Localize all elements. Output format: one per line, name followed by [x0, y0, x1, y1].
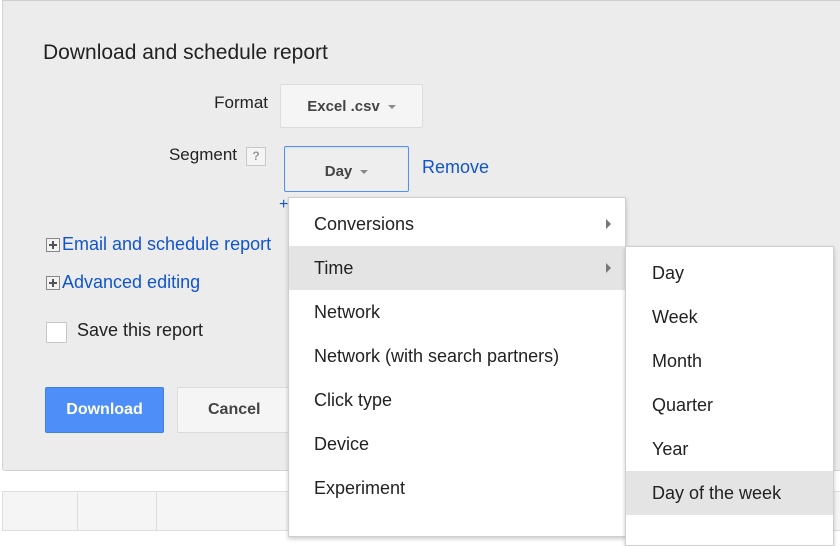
remove-segment-link[interactable]: Remove [422, 157, 489, 178]
chevron-down-icon [387, 105, 396, 109]
chevron-right-icon [606, 263, 611, 273]
format-value: Excel .csv [307, 97, 380, 115]
submenu-item-day-of-week[interactable]: Day of the week [626, 471, 833, 515]
submenu-item-month[interactable]: Month [626, 339, 833, 383]
plus-box-icon [46, 275, 60, 290]
email-schedule-expander[interactable]: Email and schedule report [46, 234, 271, 255]
plus-box-icon [46, 237, 60, 252]
submenu-item-label: Day of the week [652, 483, 782, 503]
dialog-title: Download and schedule report [43, 41, 328, 64]
segment-menu: Conversions Time Network Network (with s… [288, 197, 626, 537]
submenu-item-week[interactable]: Week [626, 295, 833, 339]
advanced-editing-expander[interactable]: Advanced editing [46, 272, 200, 293]
submenu-item-label: Month [652, 351, 703, 371]
column-divider [156, 492, 157, 530]
save-report-checkbox[interactable] [46, 322, 67, 343]
menu-item-device[interactable]: Device [289, 422, 625, 466]
menu-item-conversions[interactable]: Conversions [289, 202, 625, 246]
menu-item-label: Device [314, 434, 370, 454]
segment-value: Day [324, 162, 353, 180]
email-schedule-link[interactable]: Email and schedule report [62, 234, 271, 255]
menu-item-label: Time [314, 258, 354, 278]
download-button[interactable]: Download [45, 387, 164, 433]
submenu-item-label: Quarter [652, 395, 714, 415]
chevron-right-icon [606, 219, 611, 229]
segment-label: Segment [168, 145, 237, 164]
menu-item-network[interactable]: Network [289, 290, 625, 334]
submenu-item-label: Year [652, 439, 689, 459]
menu-item-experiment[interactable]: Experiment [289, 466, 625, 510]
menu-item-network-search-partners[interactable]: Network (with search partners) [289, 334, 625, 378]
save-report-label: Save this report [77, 320, 204, 340]
menu-item-time[interactable]: Time [289, 246, 625, 290]
menu-item-label: Experiment [314, 478, 406, 498]
submenu-item-label: Day [652, 263, 685, 283]
menu-item-label: Conversions [314, 214, 415, 234]
submenu-item-year[interactable]: Year [626, 427, 833, 471]
menu-item-label: Network [314, 302, 381, 322]
segment-dropdown[interactable]: Day [284, 146, 409, 192]
add-segment-link[interactable]: + [279, 196, 288, 214]
advanced-editing-link[interactable]: Advanced editing [62, 272, 200, 293]
time-submenu: Day Week Month Quarter Year Day of the w… [625, 246, 834, 546]
format-label: Format [214, 93, 268, 112]
chevron-down-icon [360, 170, 369, 174]
submenu-item-quarter[interactable]: Quarter [626, 383, 833, 427]
menu-item-label: Click type [314, 390, 393, 410]
submenu-item-label: Week [652, 307, 698, 327]
menu-item-label: Network (with search partners) [314, 346, 560, 366]
menu-item-click-type[interactable]: Click type [289, 378, 625, 422]
submenu-item-day[interactable]: Day [626, 251, 833, 295]
help-icon[interactable]: ? [246, 147, 266, 166]
column-divider [77, 492, 78, 530]
format-dropdown[interactable]: Excel .csv [280, 84, 423, 128]
